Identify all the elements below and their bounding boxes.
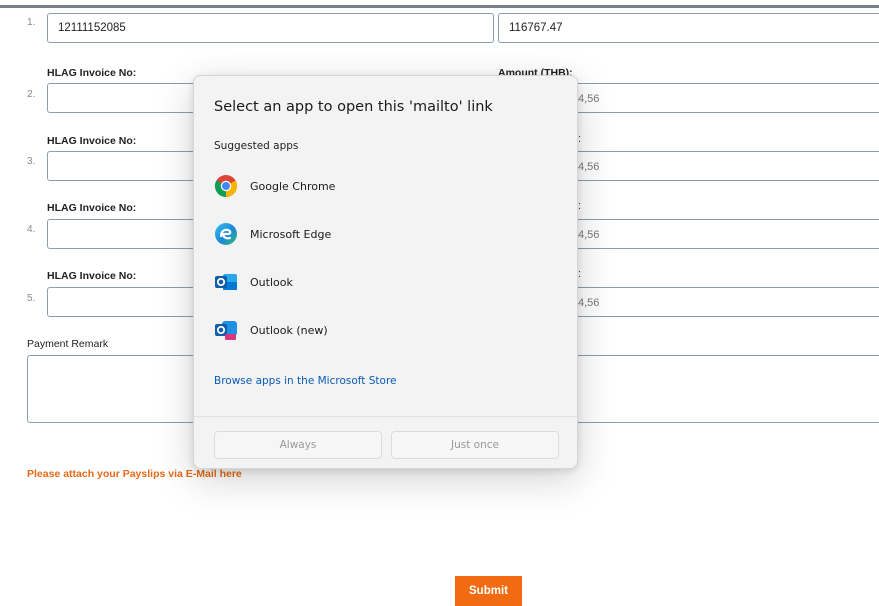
always-button[interactable]: Always [214, 431, 382, 459]
app-name: Google Chrome [250, 179, 336, 193]
app-picker-dialog: Select an app to open this 'mailto' link… [193, 75, 578, 469]
app-option-outlook[interactable]: Outlook [208, 262, 565, 302]
amount-label-colon: : [578, 268, 582, 280]
submit-button[interactable]: Submit [455, 576, 522, 606]
amount-input[interactable]: 116767.47 [498, 13, 879, 43]
row-number: 5. [27, 293, 36, 304]
amount-placeholder: 4,56 [578, 93, 600, 105]
dialog-footer: Always Just once [194, 416, 577, 468]
row-number: 3. [27, 156, 36, 167]
invoice-label: HLAG Invoice No: [47, 67, 137, 79]
outlook-icon [215, 274, 237, 290]
app-name: Microsoft Edge [250, 227, 332, 241]
just-once-button[interactable]: Just once [391, 431, 559, 459]
invoice-label: HLAG Invoice No: [47, 202, 137, 214]
amount-placeholder: 4,56 [578, 229, 600, 241]
invoice-input[interactable]: 12111152085 [47, 13, 494, 43]
invoice-label: HLAG Invoice No: [47, 135, 137, 147]
suggested-apps-label: Suggested apps [214, 140, 299, 152]
invoice-label: HLAG Invoice No: [47, 270, 137, 282]
amount-label-colon: : [578, 133, 582, 145]
app-option-outlook-new[interactable]: Outlook (new) [208, 310, 565, 350]
row-number: 4. [27, 224, 36, 235]
edge-icon [215, 223, 237, 245]
amount-placeholder: 4,56 [578, 161, 600, 173]
amount-placeholder: 4,56 [578, 297, 600, 309]
amount-label-colon: : [578, 200, 582, 212]
outlook-new-icon [215, 321, 237, 340]
app-name: Outlook (new) [250, 323, 328, 337]
row-number: 2. [27, 89, 36, 100]
payment-remark-label: Payment Remark [27, 338, 109, 350]
app-option-microsoft-edge[interactable]: Microsoft Edge [208, 214, 565, 254]
row-number: 1. [27, 17, 36, 28]
app-option-google-chrome[interactable]: Google Chrome [208, 166, 565, 206]
store-link[interactable]: Browse apps in the Microsoft Store [214, 375, 397, 387]
app-name: Outlook [250, 275, 293, 289]
dialog-title: Select an app to open this 'mailto' link [214, 99, 493, 115]
chrome-icon [214, 175, 238, 197]
top-divider [0, 5, 879, 8]
